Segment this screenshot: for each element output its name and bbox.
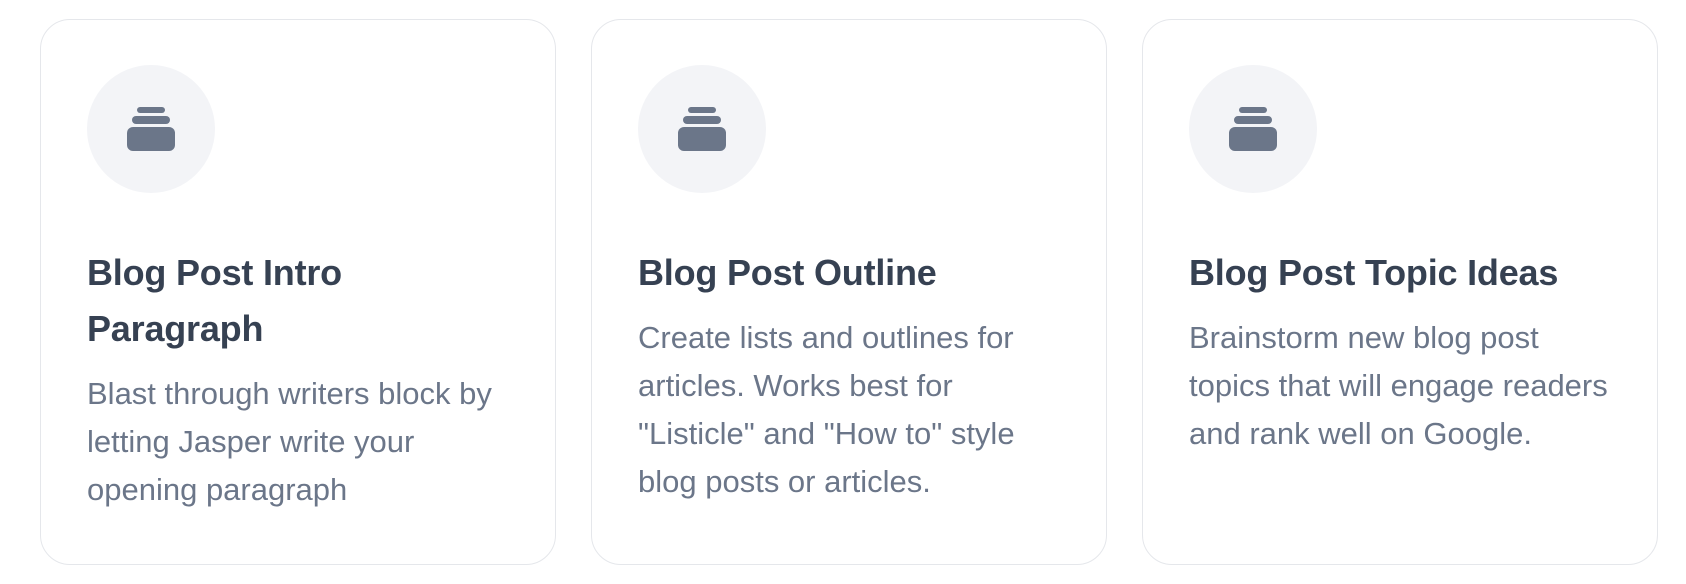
card-description: Blast through writers block by letting J… [87,376,492,507]
inbox-tray-icon [1229,107,1277,151]
card-title: Blog Post Intro Paragraph [87,252,342,349]
template-card-blog-post-topic-ideas[interactable]: Blog Post Topic Ideas Brainstorm new blo… [1142,19,1658,565]
template-card-blog-post-outline[interactable]: Blog Post Outline Create lists and outli… [591,19,1107,565]
template-icon-badge [1189,65,1317,193]
template-card-grid: Blog Post Intro Paragraph Blast through … [40,19,1660,565]
inbox-tray-icon [678,107,726,151]
template-card-blog-post-intro[interactable]: Blog Post Intro Paragraph Blast through … [40,19,556,565]
template-icon-badge [87,65,215,193]
card-title: Blog Post Outline [638,252,937,293]
inbox-tray-icon [127,107,175,151]
card-description: Brainstorm new blog post topics that wil… [1189,320,1608,451]
card-title: Blog Post Topic Ideas [1189,252,1559,293]
card-description: Create lists and outlines for articles. … [638,320,1015,499]
template-icon-badge [638,65,766,193]
